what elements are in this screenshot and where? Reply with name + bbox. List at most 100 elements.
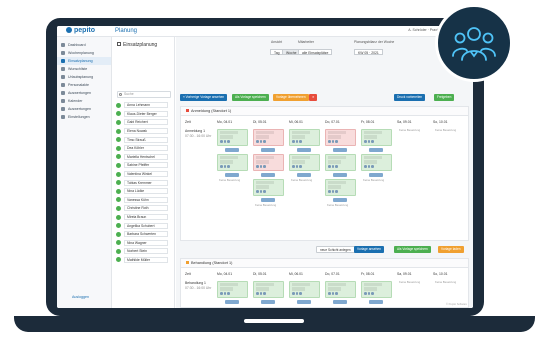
shift-card[interactable] xyxy=(325,179,356,196)
day-header[interactable]: Di, 05.01 xyxy=(253,120,267,124)
day-column[interactable]: Keine Besetzung xyxy=(397,128,430,133)
shift-card[interactable] xyxy=(325,129,356,146)
staff-item[interactable]: Tobias Kremmer xyxy=(116,178,172,187)
assign-chip[interactable] xyxy=(297,148,311,152)
logout-link[interactable]: Ausloggen xyxy=(72,295,89,299)
shift-card[interactable] xyxy=(217,281,248,298)
day-column[interactable] xyxy=(289,281,322,306)
publish-button[interactable]: Freigeben xyxy=(434,94,455,101)
assign-chip[interactable] xyxy=(333,198,347,202)
day-header[interactable]: Mo, 04.01 xyxy=(217,120,232,124)
day-header[interactable]: Do, 07.01 xyxy=(325,120,340,124)
day-column[interactable] xyxy=(361,281,394,306)
assign-chip[interactable] xyxy=(261,173,275,177)
sidebar-item-1[interactable]: Wochenplanung xyxy=(57,49,111,57)
assign-chip[interactable] xyxy=(333,300,347,304)
staff-item[interactable]: Vanessa Kühn xyxy=(116,196,172,205)
load-template-button[interactable]: Vorlage laden xyxy=(438,246,464,253)
shift-card[interactable] xyxy=(217,129,248,146)
staff-item[interactable]: Nina Wagner xyxy=(116,239,172,248)
print-button[interactable]: Druck vorbereiten xyxy=(394,94,426,101)
app-logo[interactable]: pepito xyxy=(66,27,95,34)
assign-chip[interactable] xyxy=(225,300,239,304)
staff-item[interactable]: Barbara Schwerten xyxy=(116,230,172,239)
staff-item[interactable]: Mathilde Müller xyxy=(116,256,172,265)
day-header[interactable]: So, 10.01 xyxy=(433,272,448,276)
sidebar-item-7[interactable]: Kalender xyxy=(57,97,111,105)
shift-card[interactable] xyxy=(361,129,392,146)
day-header[interactable]: Sa, 09.01 xyxy=(397,120,412,124)
day-column[interactable]: Keine Besetzung xyxy=(325,129,358,208)
staff-item[interactable]: Gabi Reichert xyxy=(116,118,172,127)
staff-item[interactable]: Mariella Hentschel xyxy=(116,153,172,162)
day-column[interactable]: Keine Besetzung xyxy=(217,129,250,183)
prev-template-button[interactable]: « Vorherige Vorlage ansehen xyxy=(180,94,228,101)
day-header[interactable]: Mo, 04.01 xyxy=(217,272,232,276)
shift-card[interactable] xyxy=(289,281,320,298)
shift-card[interactable] xyxy=(253,281,284,298)
staff-item[interactable]: Nina Lüdke xyxy=(116,187,172,196)
section-header-2[interactable]: Behandlung (Standort 1) xyxy=(181,259,468,268)
day-header[interactable]: So, 10.01 xyxy=(433,120,448,124)
staff-item[interactable]: Valentina Winkel xyxy=(116,170,172,179)
save-template-button-2[interactable]: Als Vorlage speichern xyxy=(394,246,431,253)
day-column[interactable] xyxy=(253,281,286,306)
day-column[interactable]: Keine Besetzung xyxy=(433,128,466,133)
shift-card[interactable] xyxy=(253,154,284,171)
staff-item[interactable]: Mirela Braun xyxy=(116,213,172,222)
assign-chip[interactable] xyxy=(261,198,275,202)
sidebar-item-3[interactable]: Wunschliste xyxy=(57,65,111,73)
day-header[interactable]: Do, 07.01 xyxy=(325,272,340,276)
staff-item[interactable]: Anna Lehmann xyxy=(116,101,172,110)
sidebar-item-2[interactable]: Einsatzplanung xyxy=(57,57,111,65)
area-select[interactable]: alle Einsatzplätze xyxy=(298,49,333,55)
search-input[interactable]: Suche xyxy=(117,91,171,98)
assign-chip[interactable] xyxy=(369,173,383,177)
staff-item[interactable]: Sabine Pfeiffer xyxy=(116,161,172,170)
shift-card[interactable] xyxy=(217,154,248,171)
shift-card[interactable] xyxy=(361,154,392,171)
add-shift-button[interactable]: neue Schicht anlegen xyxy=(316,246,355,253)
day-column[interactable] xyxy=(325,281,358,306)
assign-chip[interactable] xyxy=(297,300,311,304)
sidebar-item-6[interactable]: Auswertungen xyxy=(57,89,111,97)
day-header[interactable]: Fr, 08.01 xyxy=(361,120,374,124)
assign-chip[interactable] xyxy=(333,148,347,152)
shift-card[interactable] xyxy=(253,179,284,196)
day-header[interactable]: Sa, 09.01 xyxy=(397,272,412,276)
staff-item[interactable]: Norbert Stein xyxy=(116,247,172,256)
day-header[interactable]: Fr, 08.01 xyxy=(361,272,374,276)
staff-item[interactable]: Christine Roth xyxy=(116,204,172,213)
sidebar-item-4[interactable]: Urlaubsplanung xyxy=(57,73,111,81)
apply-template-button[interactable]: Vorlage übernehmen xyxy=(273,94,309,101)
section-header[interactable]: Anmeldung (Standort 1) xyxy=(181,107,468,116)
week-select[interactable]: KW 05 · 2021 xyxy=(354,49,383,55)
sidebar-item-9[interactable]: Einstellungen xyxy=(57,113,111,121)
assign-chip[interactable] xyxy=(261,300,275,304)
day-column[interactable]: Keine Besetzung xyxy=(289,129,322,183)
sidebar-item-0[interactable]: Dashboard xyxy=(57,41,111,49)
assign-chip[interactable] xyxy=(369,148,383,152)
staff-item[interactable]: Elena Nowak xyxy=(116,127,172,136)
shift-card[interactable] xyxy=(325,154,356,171)
staff-item[interactable]: Timo Strauß xyxy=(116,135,172,144)
day-column[interactable]: Keine Besetzung xyxy=(361,129,394,183)
day-column[interactable] xyxy=(217,281,250,306)
staff-item[interactable]: Dea Köhler xyxy=(116,144,172,153)
day-column[interactable]: Keine Besetzung xyxy=(253,129,286,208)
sidebar-item-8[interactable]: Auswertungen xyxy=(57,105,111,113)
delete-button[interactable]: ✕ xyxy=(309,94,317,101)
day-column[interactable]: Keine Besetzung xyxy=(397,280,430,285)
day-header[interactable]: Di, 05.01 xyxy=(253,272,267,276)
view-template-button[interactable]: Vorlage ansehen xyxy=(354,246,384,253)
staff-item[interactable]: Angelika Schubert xyxy=(116,221,172,230)
assign-chip[interactable] xyxy=(369,300,383,304)
staff-item[interactable]: Klaus-Dieter Berger xyxy=(116,110,172,119)
day-header[interactable]: Mi, 06.01 xyxy=(289,272,303,276)
assign-chip[interactable] xyxy=(225,148,239,152)
shift-card[interactable] xyxy=(361,281,392,298)
assign-chip[interactable] xyxy=(225,173,239,177)
day-header[interactable]: Mi, 06.01 xyxy=(289,120,303,124)
shift-card[interactable] xyxy=(325,281,356,298)
shift-card[interactable] xyxy=(253,129,284,146)
